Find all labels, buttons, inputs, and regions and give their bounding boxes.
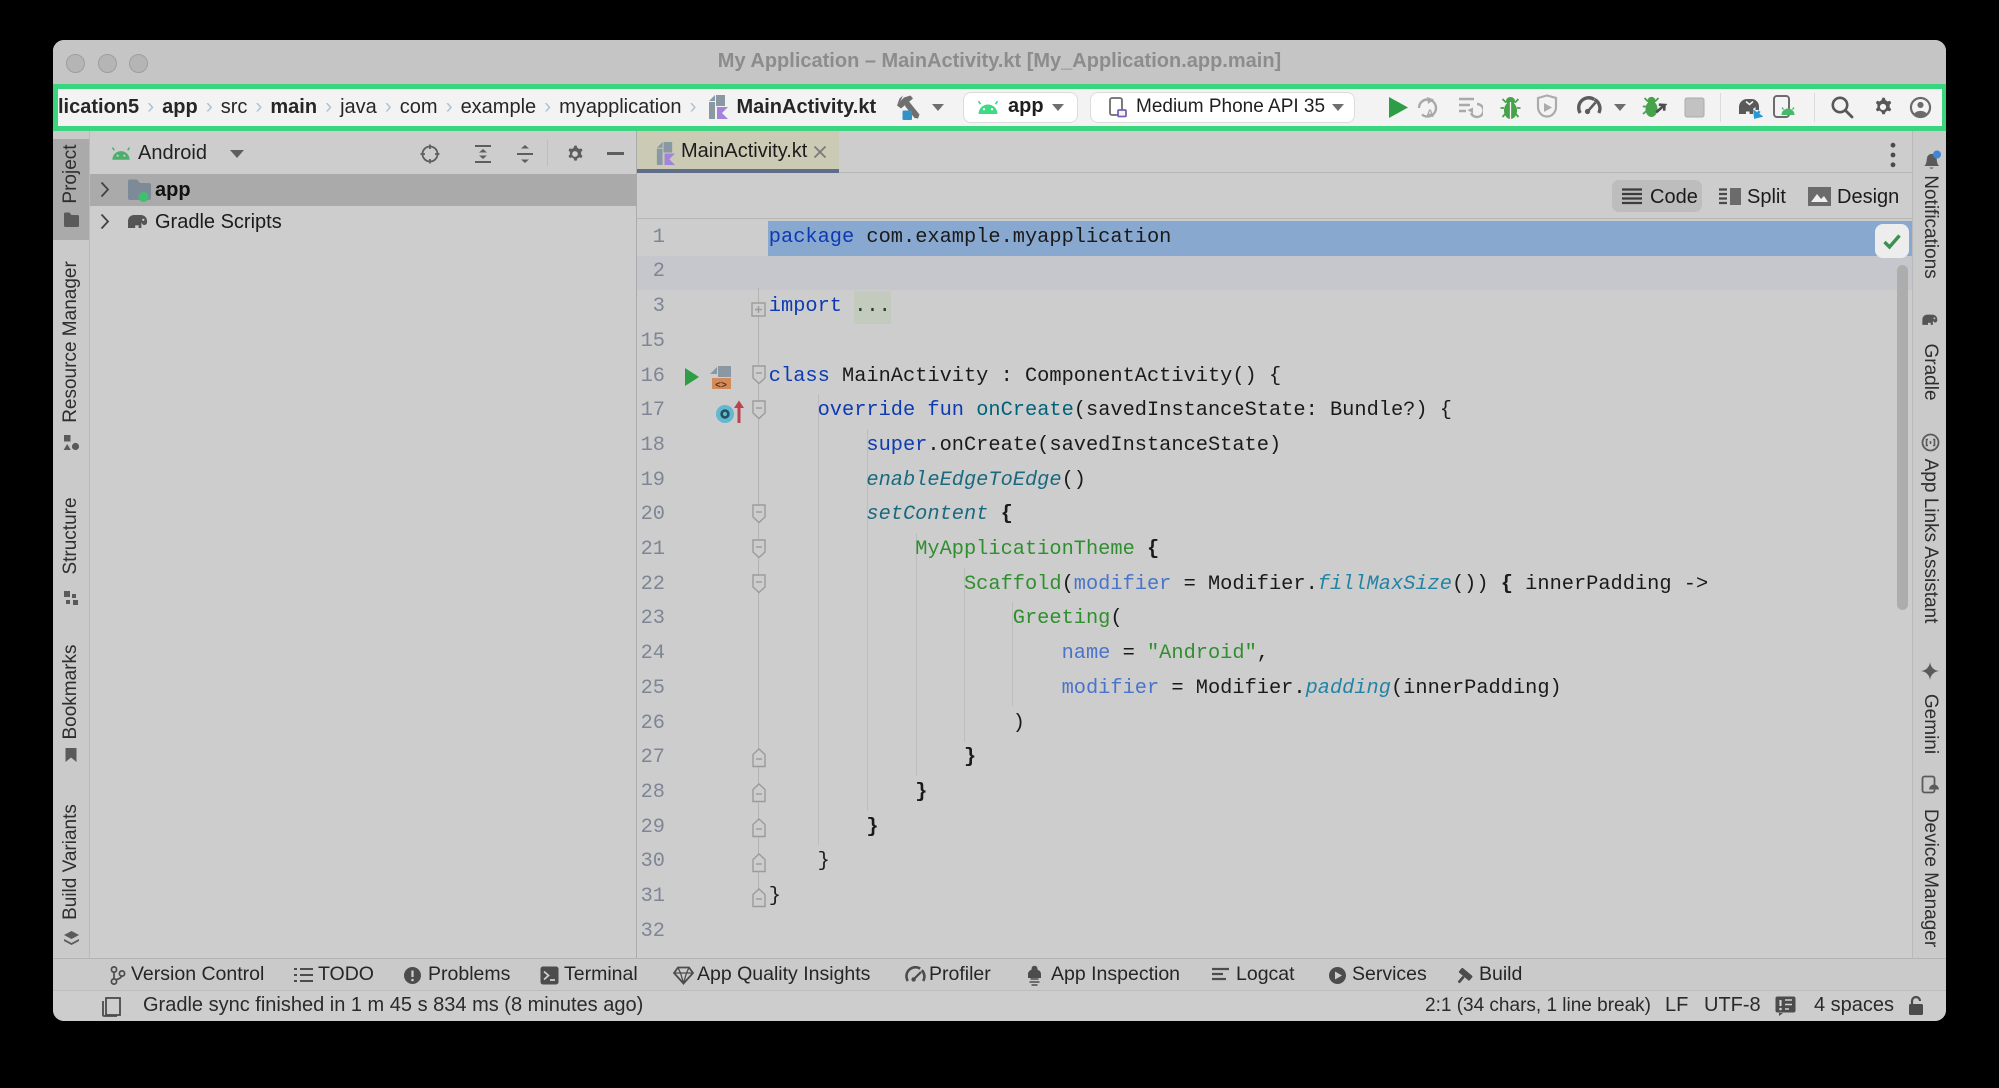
svg-text:A: A xyxy=(1426,108,1434,120)
svg-text:<>: <> xyxy=(715,381,727,391)
